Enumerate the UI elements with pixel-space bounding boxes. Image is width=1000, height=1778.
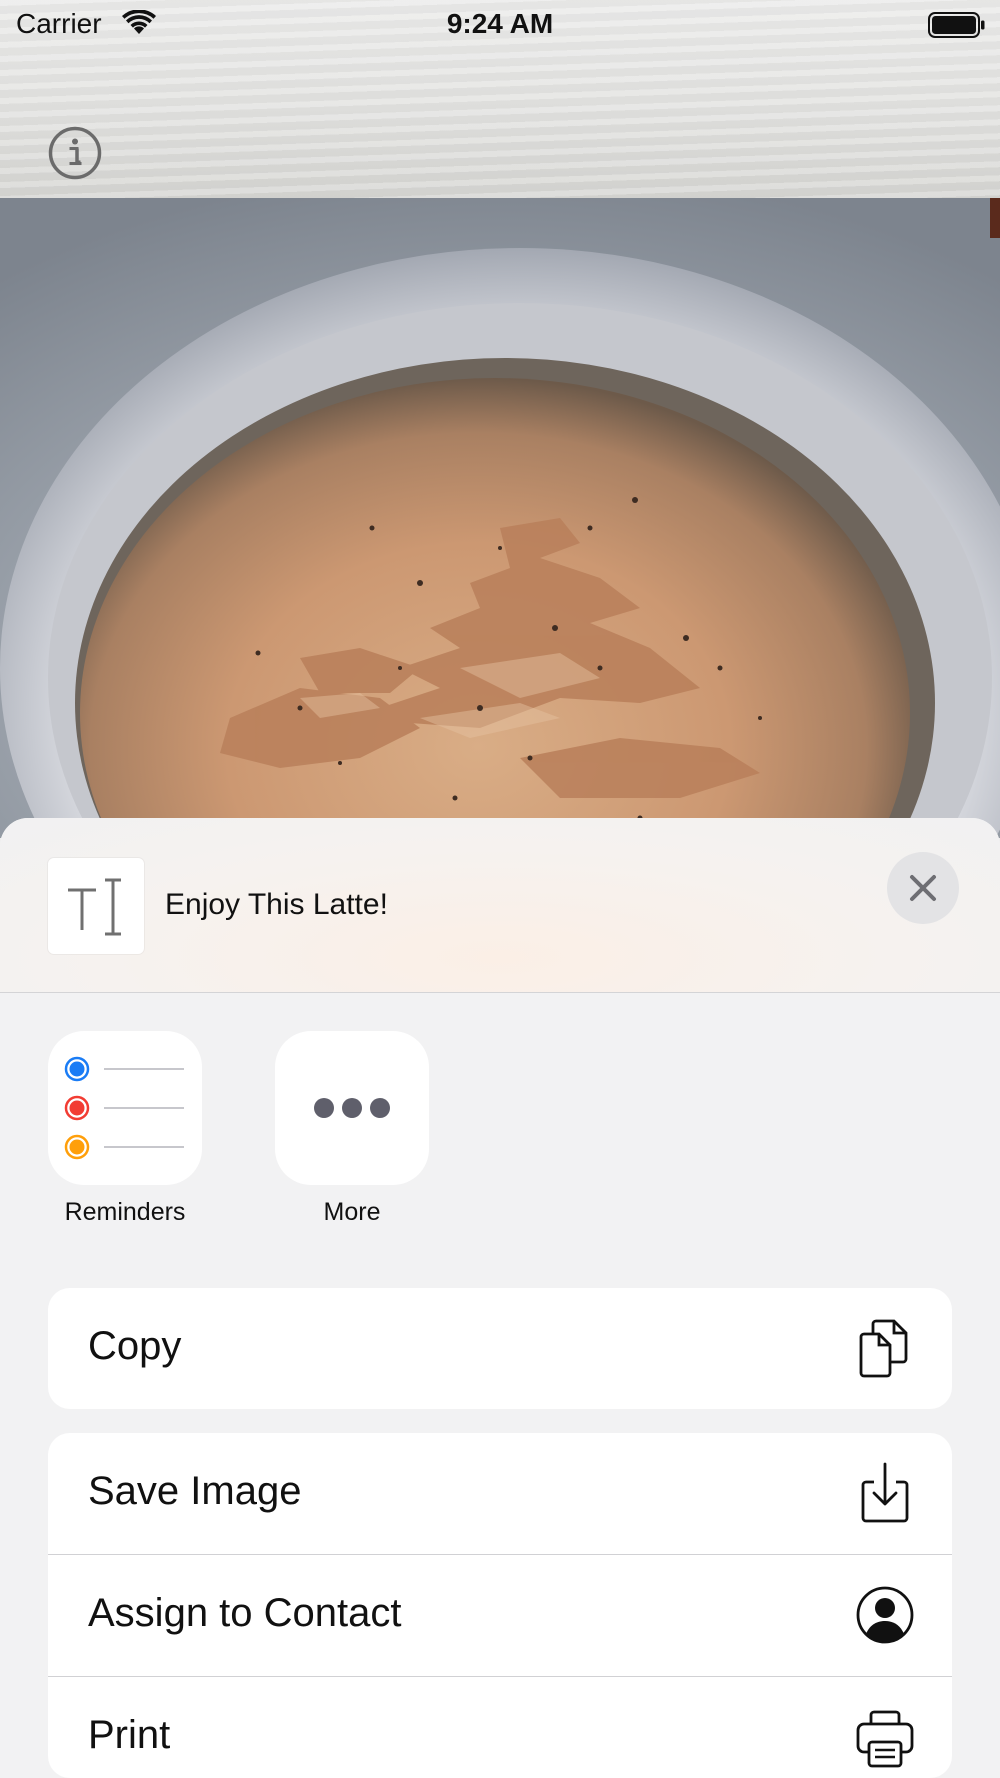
text-format-icon bbox=[68, 878, 121, 936]
app-label-more: More bbox=[323, 1198, 381, 1226]
battery-icon bbox=[928, 12, 986, 45]
app-more[interactable] bbox=[275, 1031, 429, 1185]
reminders-app-icon bbox=[64, 1056, 184, 1160]
status-time: 9:24 AM bbox=[446, 8, 554, 39]
app-label-reminders: Reminders bbox=[64, 1198, 186, 1226]
status-bar: Carrier 9:24 AM bbox=[0, 0, 1000, 52]
person-circle-icon bbox=[856, 1586, 914, 1644]
app-reminders[interactable] bbox=[48, 1031, 202, 1185]
info-circle-icon bbox=[48, 126, 102, 180]
close-button[interactable] bbox=[887, 852, 959, 924]
share-sheet: Enjoy This Latte! Reminders More Copy Sa… bbox=[0, 818, 1000, 1778]
text-preview-thumbnail bbox=[48, 858, 144, 954]
print-action-label: Print bbox=[88, 1713, 171, 1757]
save-download-icon bbox=[861, 1462, 909, 1523]
info-button[interactable] bbox=[48, 126, 102, 180]
printer-icon bbox=[856, 1710, 914, 1768]
save-image-action-label: Save Image bbox=[88, 1469, 302, 1513]
copy-action-label: Copy bbox=[88, 1324, 182, 1368]
assign-to-contact-action-label: Assign to Contact bbox=[88, 1591, 402, 1635]
assign-to-contact-action[interactable]: Assign to Contact bbox=[48, 1555, 952, 1677]
latte-photo bbox=[0, 198, 1000, 838]
action-group-secondary: Save Image Assign to Contact Print bbox=[48, 1433, 952, 1778]
action-group-primary: Copy bbox=[48, 1288, 952, 1409]
copy-action[interactable]: Copy bbox=[48, 1288, 952, 1409]
xmark-icon bbox=[910, 875, 936, 901]
share-sheet-title: Enjoy This Latte! bbox=[165, 888, 388, 921]
more-ellipsis-icon bbox=[314, 1098, 390, 1118]
print-action[interactable]: Print bbox=[48, 1677, 952, 1778]
share-sheet-header: Enjoy This Latte! bbox=[0, 818, 1000, 993]
copy-documents-icon bbox=[859, 1319, 908, 1378]
save-image-action[interactable]: Save Image bbox=[48, 1433, 952, 1555]
